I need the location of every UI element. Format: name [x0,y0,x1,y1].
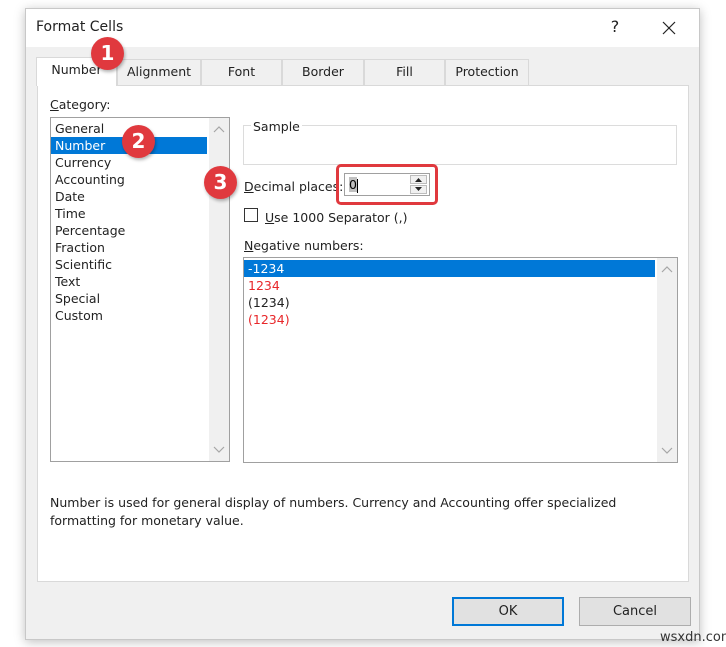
category-item-text[interactable]: Text [51,273,207,290]
category-item-custom[interactable]: Custom [51,307,207,324]
close-button[interactable] [656,15,682,41]
decimal-places-text: ecimal places: [253,179,344,194]
category-item-accounting[interactable]: Accounting [51,171,207,188]
scroll-down-icon[interactable] [661,446,673,456]
thousand-separator-checkbox[interactable] [244,208,258,222]
category-item-scientific[interactable]: Scientific [51,256,207,273]
triangle-down-icon [415,187,422,191]
negative-format-item[interactable]: -1234 [244,260,655,277]
spin-down-button[interactable] [410,185,427,194]
sample-label: Sample [251,119,302,134]
negative-numbers-accel: N [244,238,254,253]
tab-protection[interactable]: Protection [445,59,529,85]
negative-numbers-scrollbar[interactable] [657,258,677,462]
triangle-up-icon [415,178,422,182]
negative-numbers-text: egative numbers: [253,238,364,253]
annotation-badge-2: 2 [122,125,155,158]
annotation-badge-1: 1 [91,37,124,70]
category-listbox[interactable]: General Number Currency Accounting Date … [50,117,230,462]
category-description: Number is used for general display of nu… [50,495,617,528]
decimal-places-value[interactable]: 0 [349,177,357,192]
negative-numbers-listbox[interactable]: -1234 1234 (1234) (1234) [243,257,678,463]
category-item-date[interactable]: Date [51,188,207,205]
category-item-currency[interactable]: Currency [51,154,207,171]
decimal-places-accel: D [244,179,254,194]
thousand-separator-text: se 1000 Separator (,) [274,210,408,225]
negative-format-item[interactable]: 1234 [244,277,655,294]
spin-up-button[interactable] [410,175,427,184]
scroll-up-icon[interactable] [213,124,225,134]
category-item-special[interactable]: Special [51,290,207,307]
thousand-separator-accel: U [265,210,275,225]
scroll-up-icon[interactable] [661,264,673,274]
tab-font[interactable]: Font [201,59,282,85]
category-item-time[interactable]: Time [51,205,207,222]
decimal-places-stepper[interactable]: 0 [344,173,430,196]
annotation-badge-3: 3 [204,166,237,199]
category-item-fraction[interactable]: Fraction [51,239,207,256]
decimal-places-label: Decimal places: [244,179,343,194]
negative-format-item[interactable]: (1234) [244,311,655,328]
tab-fill[interactable]: Fill [364,59,445,85]
tab-border[interactable]: Border [282,59,364,85]
text-cursor [356,178,358,193]
number-tab-panel: Category: General Number Currency Accoun… [37,85,689,582]
ok-button[interactable]: OK [452,597,564,626]
dialog-title: Format Cells [36,19,124,35]
thousand-separator-label[interactable]: Use 1000 Separator (,) [265,210,408,225]
category-item-percentage[interactable]: Percentage [51,222,207,239]
help-button[interactable]: ? [604,17,626,39]
category-label-accel: C [50,97,59,112]
cancel-button[interactable]: Cancel [579,597,691,626]
category-label: Category: [50,97,110,112]
decimal-places-highlight: 0 [336,164,438,205]
negative-numbers-list: -1234 1234 (1234) (1234) [244,258,677,328]
close-icon [662,21,676,35]
scroll-down-icon[interactable] [213,445,225,455]
negative-numbers-label: Negative numbers: [244,238,364,253]
sample-box [243,125,677,165]
watermark: wsxdn.com [660,630,726,645]
format-cells-dialog: Format Cells ? Number Alignment Font Bor… [25,8,700,640]
tab-alignment[interactable]: Alignment [117,59,201,85]
negative-format-item[interactable]: (1234) [244,294,655,311]
title-bar: Format Cells ? [26,9,699,47]
category-label-text: ategory: [58,97,111,112]
spin-buttons [410,175,427,194]
